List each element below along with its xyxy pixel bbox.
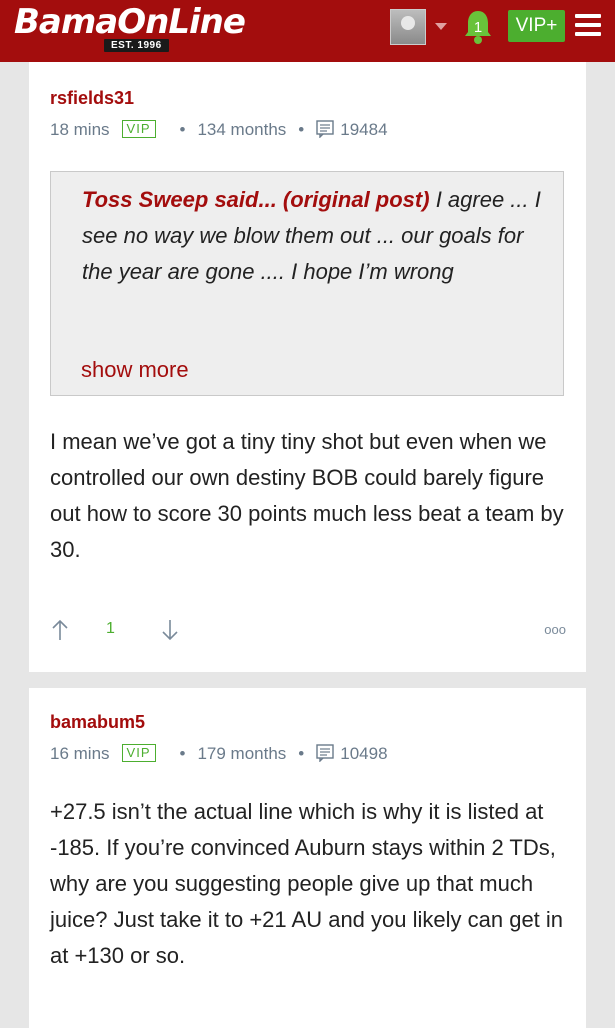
comment-count-icon [316,120,334,138]
post-time: 16 mins [50,744,110,763]
quoted-post: Toss Sweep said... (original post) I agr… [50,171,564,396]
vip-badge: VIP [121,120,156,138]
post-time: 18 mins [50,120,110,139]
downvote-arrow-icon[interactable] [160,618,180,642]
comment-count-icon [316,744,334,762]
bell-icon[interactable]: 1 [462,8,494,46]
vip-plus-button[interactable]: VIP+ [508,10,565,42]
upvote-arrow-icon[interactable] [50,618,70,642]
post-card: bamabum5 16 mins VIP • 179 months • 10498 +27… [29,688,586,1028]
user-avatar[interactable] [390,9,426,45]
post-meta: 18 mins VIP • 134 months • 19484 [50,120,388,139]
vote-count: 1 [106,620,115,637]
post-author[interactable]: rsfields31 [50,88,134,109]
post-count: 10498 [340,744,388,763]
quote-attribution[interactable]: Toss Sweep said... (original post) [82,187,430,212]
post-meta: 16 mins VIP • 179 months • 10498 [50,744,388,763]
post-body: I mean we’ve got a tiny tiny shot but ev… [50,429,564,562]
show-more-link[interactable]: show more [81,357,189,383]
post-body: +27.5 isn’t the actual line which is why… [50,799,564,968]
menu-icon[interactable] [575,14,601,36]
site-logo[interactable]: BamaOnLine [14,2,246,42]
more-options-icon[interactable]: ooo [544,622,566,637]
member-tenure: 134 months [197,120,287,139]
logo-est-badge: EST. 1996 [104,39,169,52]
post-card: rsfields31 18 mins VIP • 134 months • 19484 T… [29,62,586,672]
member-tenure: 179 months [197,744,287,763]
post-count: 19484 [340,120,388,139]
vip-badge: VIP [121,744,156,762]
post-author[interactable]: bamabum5 [50,712,145,733]
vote-bar: 1 ooo [50,618,566,642]
quote-text: Toss Sweep said... (original post) I agr… [82,182,552,290]
chevron-down-icon[interactable] [435,23,447,30]
notification-count: 1 [474,19,482,36]
site-header: BamaOnLine EST. 1996 1 VIP+ [0,0,615,62]
